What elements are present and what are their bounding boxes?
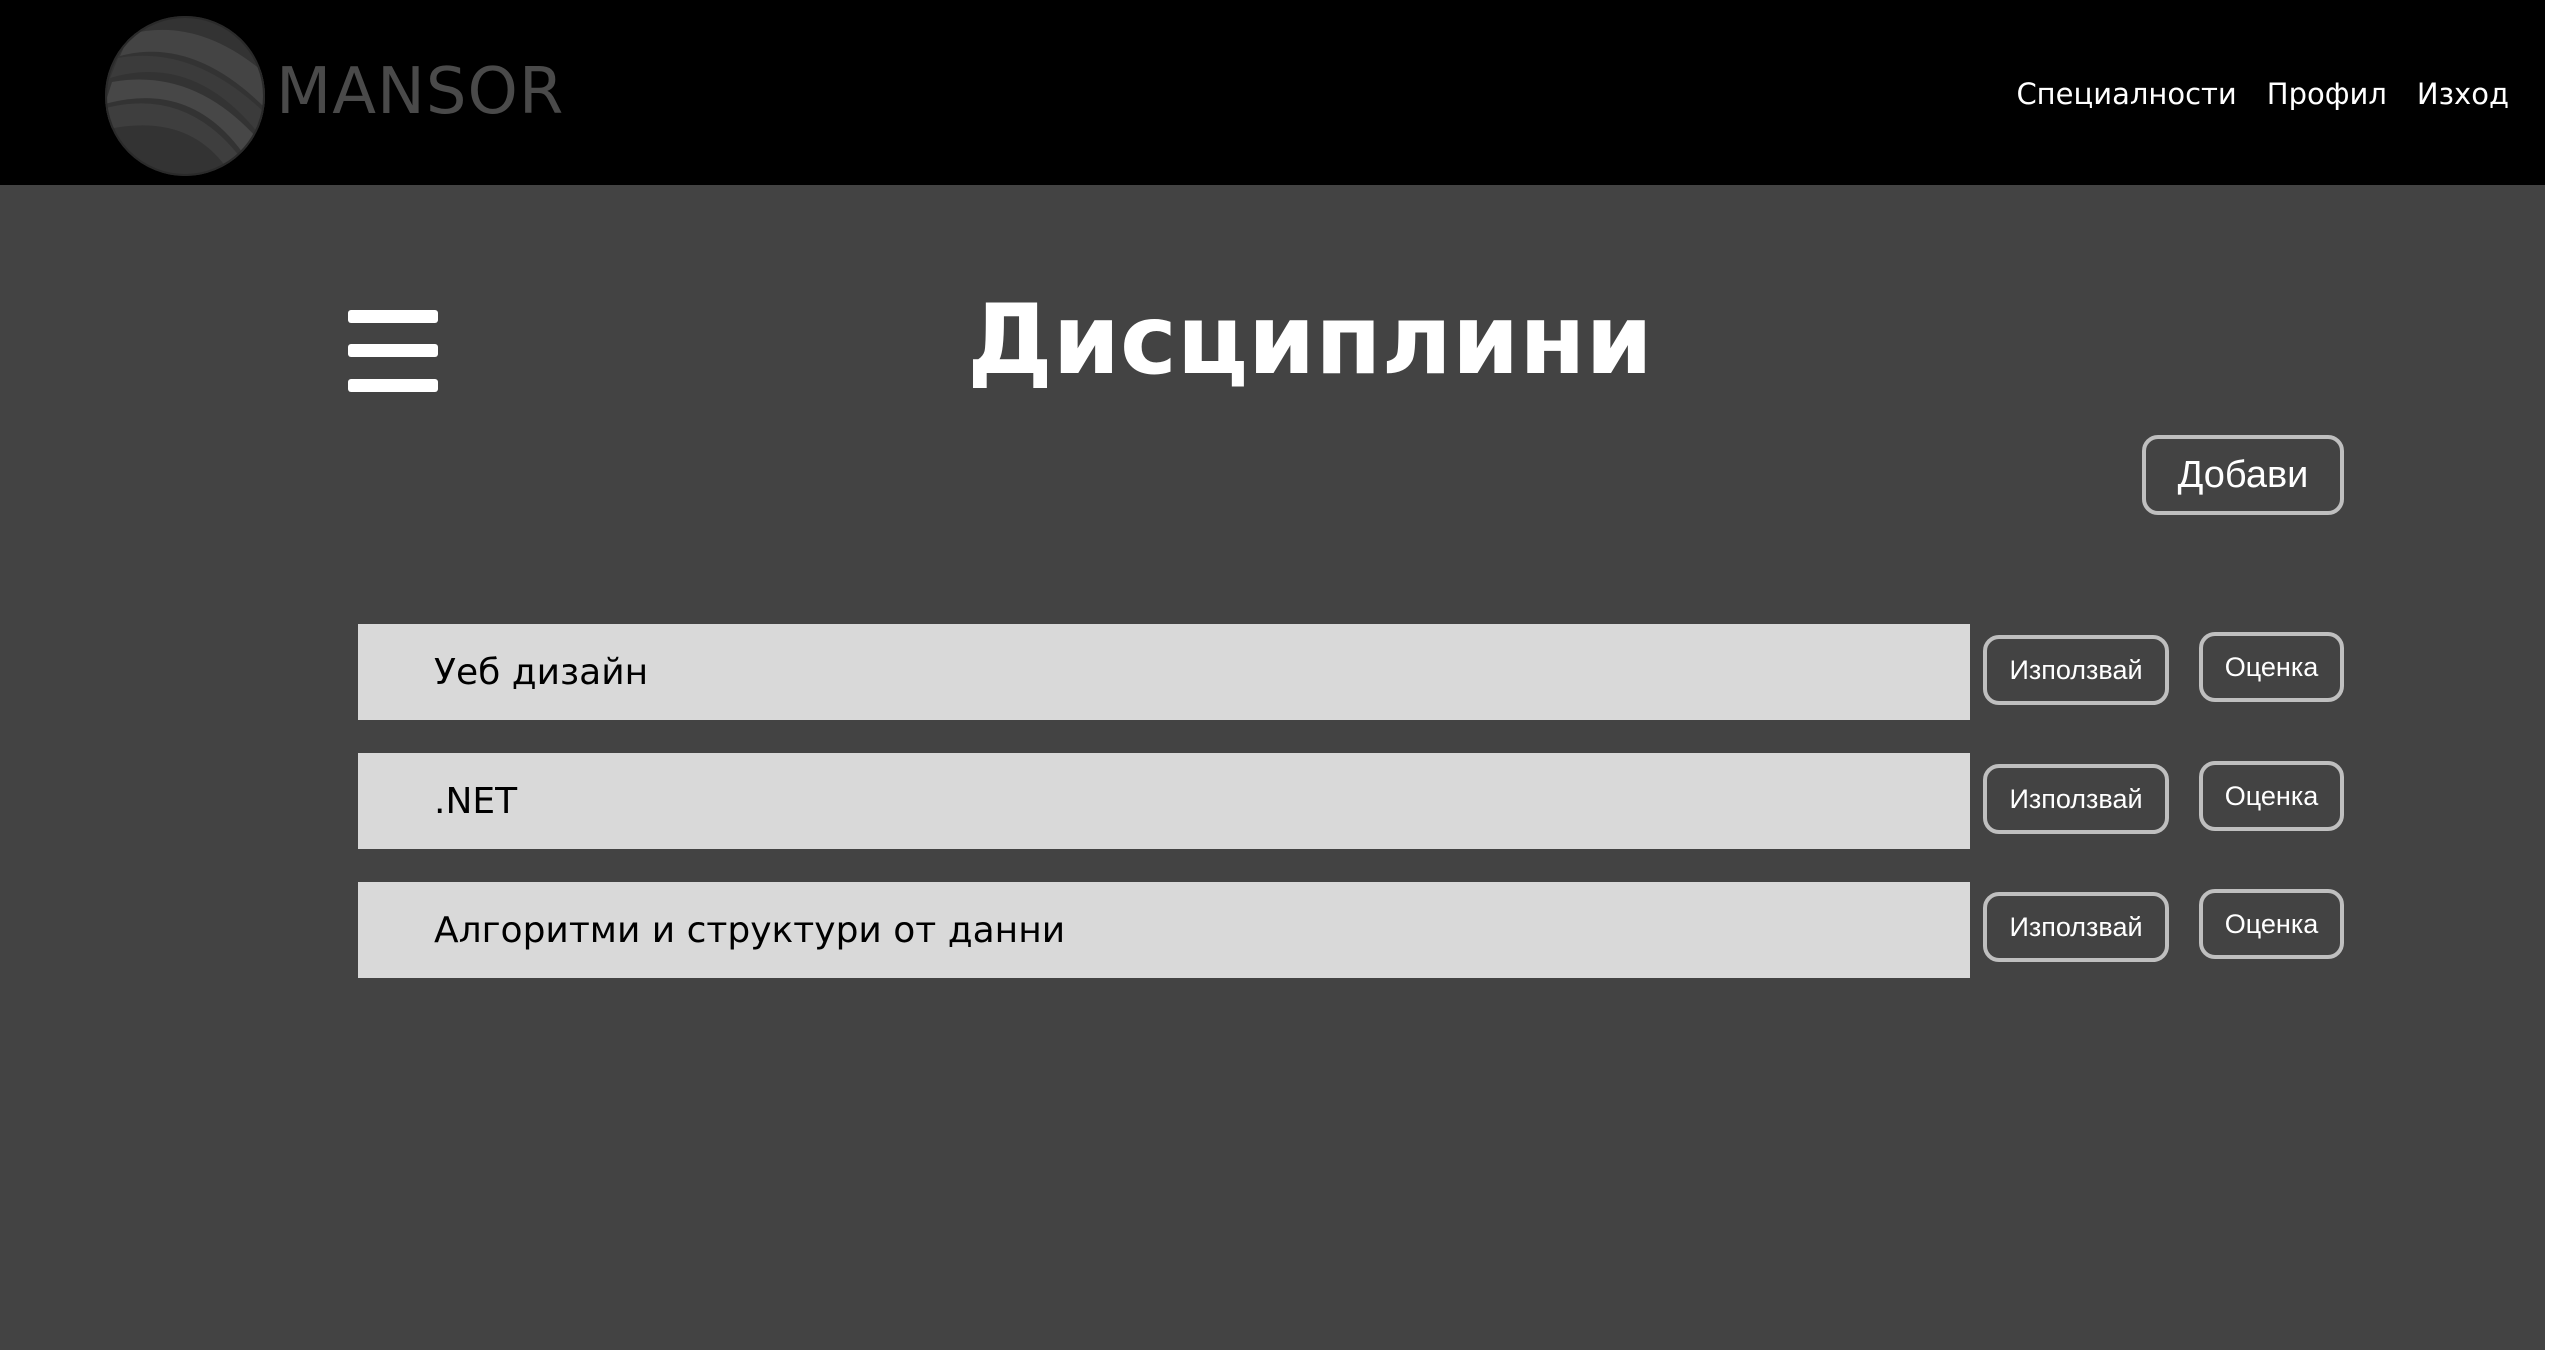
add-discipline-button[interactable]: Добави (2142, 435, 2344, 515)
main-nav: Специалности Профил Изход (2016, 80, 2509, 109)
page-title: Дисциплини (967, 284, 1653, 396)
use-button[interactable]: Използвай (1983, 635, 2169, 705)
globe-logo-icon[interactable] (100, 16, 270, 176)
grade-button[interactable]: Оценка (2199, 761, 2344, 831)
discipline-name: Уеб дизайн (434, 651, 649, 693)
discipline-name: .NET (434, 780, 518, 822)
discipline-name: Алгоритми и структури от данни (434, 909, 1066, 951)
grade-button[interactable]: Оценка (2199, 889, 2344, 959)
use-button[interactable]: Използвай (1983, 892, 2169, 962)
discipline-row[interactable]: Алгоритми и структури от данни (358, 882, 1970, 978)
grade-button[interactable]: Оценка (2199, 632, 2344, 702)
nav-item-profile[interactable]: Профил (2267, 80, 2387, 109)
brand-name: MANSOR (276, 55, 565, 129)
nav-item-specialties[interactable]: Специалности (2016, 80, 2236, 109)
use-button[interactable]: Използвай (1983, 764, 2169, 834)
window-edge (2545, 0, 2559, 1350)
discipline-row[interactable]: .NET (358, 753, 1970, 849)
nav-item-logout[interactable]: Изход (2417, 80, 2509, 109)
discipline-row[interactable]: Уеб дизайн (358, 624, 1970, 720)
top-navbar: MANSOR Специалности Профил Изход (0, 0, 2545, 185)
